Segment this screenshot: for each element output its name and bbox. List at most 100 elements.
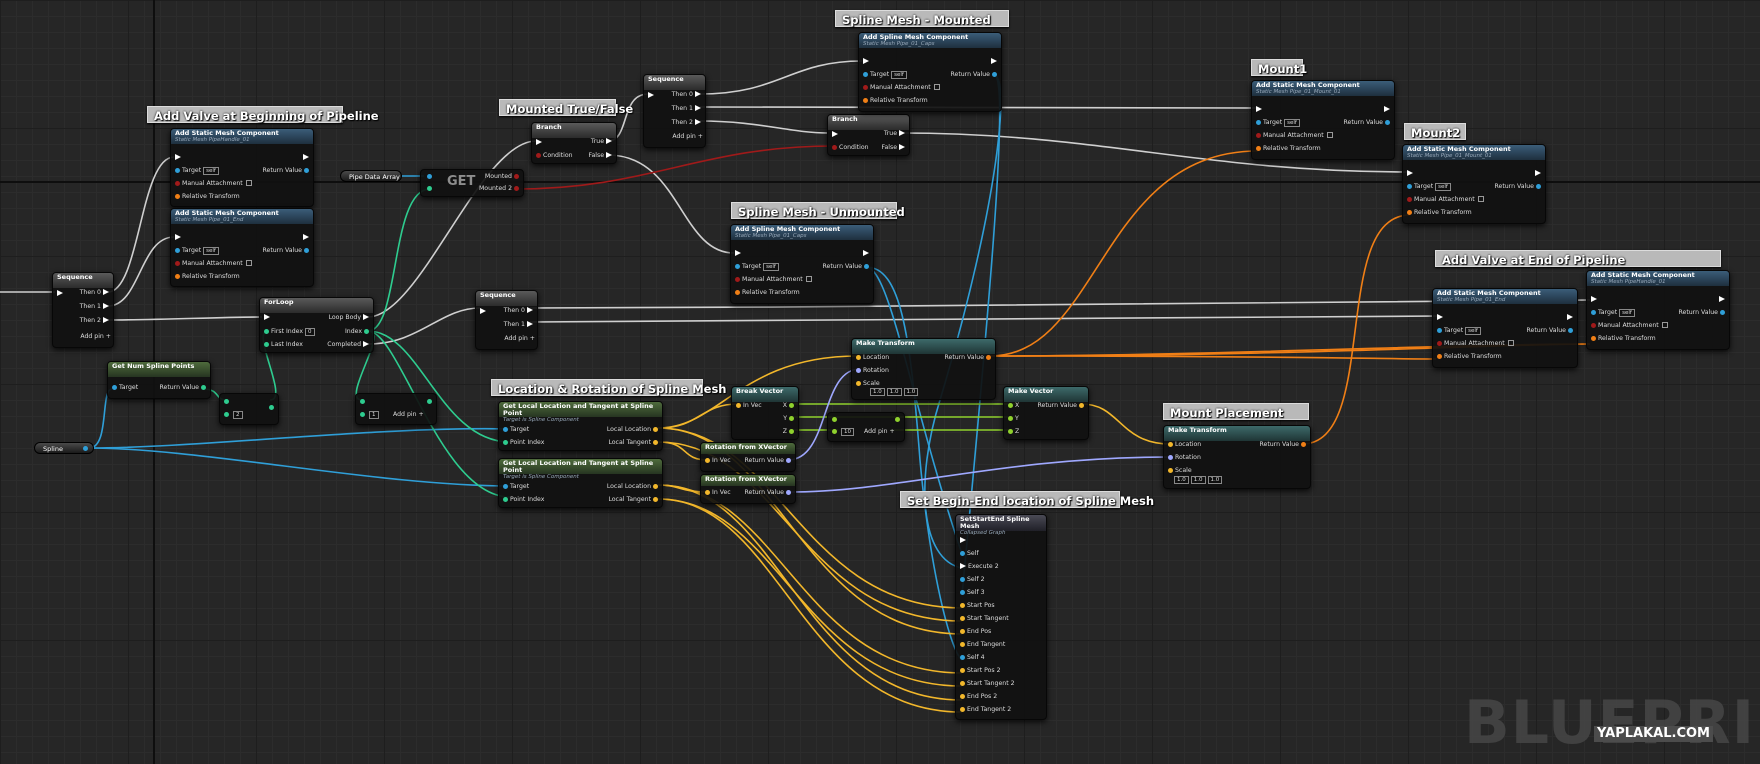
exec-in-pin[interactable] [534,139,544,147]
in-vec-pin[interactable]: In Vec [703,489,731,497]
then1-pin[interactable]: Then 1 [80,303,111,311]
return-value-pin[interactable]: Return Value [263,247,312,255]
input-a-pin[interactable] [830,416,839,424]
input-a-pin[interactable] [358,398,367,406]
exec-out-pin[interactable] [1565,314,1575,322]
start-pos2-pin[interactable]: Start Pos 2 [958,667,1001,675]
node-break-vector[interactable]: Break Vector In Vec X Y Z [731,386,799,440]
false-pin[interactable]: False [881,144,907,152]
target-pin[interactable]: Target self [1254,119,1300,127]
mounted2-pin[interactable]: Mounted 2 [479,185,521,193]
relative-transform-pin[interactable]: Relative Transform [1405,209,1472,217]
return-value-pin[interactable]: Return Value [263,167,312,175]
then2-pin[interactable]: Then 2 [672,119,703,127]
point-index-pin[interactable]: Point Index [501,496,544,504]
node-float-add[interactable]: 10 Add pin + [827,412,905,442]
condition-pin[interactable]: Condition [534,152,573,160]
return-value-pin[interactable]: Return Value [951,71,1000,79]
true-pin[interactable]: True [884,130,907,138]
false-pin[interactable]: False [588,152,614,160]
return-value-pin[interactable]: Return Value [1038,402,1087,410]
comment-spline-unmounted[interactable]: Spline Mesh - Unmounted [731,202,905,219]
first-index-pin[interactable]: First Index 0 [262,328,315,336]
z-in-pin[interactable]: Z [1006,428,1019,436]
comment-mounted-true-false[interactable]: Mounted True/False [499,99,633,116]
comment-mount1[interactable]: Mount1 [1251,59,1307,76]
scale-pin[interactable]: Scale [854,380,880,388]
self4-pin[interactable]: Self 4 [958,654,985,662]
pipe-data-array-variable[interactable]: Pipe Data Array [340,170,402,182]
exec-out-pin[interactable] [1717,296,1727,304]
relative-transform-pin[interactable]: Relative Transform [861,97,928,105]
node-get-num-spline-points[interactable]: Get Num Spline Points Target Return Valu… [107,361,211,399]
return-value-pin[interactable]: Return Value [1344,119,1393,127]
node-make-transform-mount[interactable]: Make Transform Location Return Value Rot… [1163,425,1311,489]
node-add-spline-mesh-unmounted[interactable]: Add Spline Mesh Component Static Mesh Pip… [730,224,874,304]
exec-in-pin[interactable] [55,290,65,298]
comment-mount2[interactable]: Mount2 [1404,123,1466,140]
relative-transform-pin[interactable]: Relative Transform [1589,335,1656,343]
return-value-pin[interactable]: Return Value [745,489,794,497]
return-value-pin[interactable]: Return Value [823,263,872,271]
target-pin[interactable]: Target self [1435,327,1481,335]
node-int-subtract[interactable]: 2 [219,393,279,425]
manual-attachment-pin[interactable]: Manual Attachment [1435,340,1514,348]
exec-out-pin[interactable] [301,234,311,242]
self2-pin[interactable]: Self 2 [958,576,985,584]
node-add-static-mesh-end-pipe[interactable]: Add Static Mesh Component Static Mesh Pip… [1432,288,1578,368]
exec-in-pin[interactable] [478,308,488,316]
end-pos-pin[interactable]: End Pos [958,628,991,636]
input-b-pin[interactable]: 2 [222,411,243,419]
index-pin[interactable]: Index [345,328,371,336]
then2-pin[interactable]: Then 2 [80,317,111,325]
then1-pin[interactable]: Then 1 [672,105,703,113]
y-out-pin[interactable]: Y [783,415,796,423]
completed-pin[interactable]: Completed [327,341,371,349]
input-b-pin[interactable]: 10 [830,428,854,436]
target-pin[interactable]: Target self [1405,183,1451,191]
node-rotation-from-xvector-1[interactable]: Rotation from XVector In Vec Return Valu… [700,442,796,472]
manual-attachment-pin[interactable]: Manual Attachment [1254,132,1333,140]
relative-transform-pin[interactable]: Relative Transform [733,289,800,297]
add-pin-button[interactable]: Add pin + [80,333,111,341]
return-value-pin[interactable]: Return Value [945,354,994,362]
comment-mount-placement[interactable]: Mount Placement [1163,403,1309,420]
comment-location-rotation[interactable]: Location & Rotation of Spline Mesh [491,379,726,396]
then1-pin[interactable]: Then 1 [504,321,535,329]
comment-valve-begin[interactable]: Add Valve at Beginning of Pipeline [147,106,379,123]
start-tangent-pin[interactable]: Start Tangent [958,615,1009,623]
in-vec-pin[interactable]: In Vec [703,457,731,465]
input-b-pin[interactable]: 1 [358,411,379,419]
return-value-pin[interactable]: Return Value [745,457,794,465]
array-in-pin[interactable] [425,173,434,181]
manual-attachment-pin[interactable]: Manual Attachment [173,180,252,188]
add-pin-button[interactable]: Add pin + [672,133,703,141]
node-sequence-main[interactable]: Sequence Then 0 Then 1 Then 2 Add pin + [52,272,114,348]
z-out-pin[interactable]: Z [783,428,796,436]
start-pos-pin[interactable]: Start Pos [958,602,995,610]
exec-in-pin[interactable] [830,131,840,139]
exec-in-pin[interactable] [646,92,656,100]
rotation-pin[interactable]: Rotation [1166,454,1201,462]
input-a-pin[interactable] [222,398,231,406]
node-add-static-mesh-mount2[interactable]: Add Static Mesh Component Static Mesh Pip… [1402,144,1546,224]
return-value-pin[interactable]: Return Value [1527,327,1576,335]
index-in-pin[interactable] [425,185,434,193]
node-get-array-item[interactable]: GET Mounted Mounted 2 [420,169,524,197]
exec-in-pin[interactable] [733,250,743,258]
node-add-spline-mesh-mounted[interactable]: Add Spline Mesh Component Static Mesh Pip… [858,32,1002,112]
self3-pin[interactable]: Self 3 [958,589,985,597]
then0-pin[interactable]: Then 0 [672,91,703,99]
node-add-static-mesh-valve[interactable]: Add Static Mesh Component Static Mesh Pip… [170,128,314,207]
exec-in-pin[interactable] [173,234,183,242]
node-sequence-mounted[interactable]: Sequence Then 0 Then 1 Then 2 Add pin + [643,74,706,148]
point-index-pin[interactable]: Point Index [501,439,544,447]
exec-in-pin[interactable] [1435,314,1445,322]
manual-attachment-pin[interactable]: Manual Attachment [733,276,812,284]
exec-in-pin[interactable] [958,537,968,545]
manual-attachment-pin[interactable]: Manual Attachment [861,84,940,92]
loop-body-pin[interactable]: Loop Body [329,314,371,322]
spline-variable[interactable]: Spline [34,442,94,454]
then0-pin[interactable]: Then 0 [80,289,111,297]
local-tangent-pin[interactable]: Local Tangent [608,496,660,504]
